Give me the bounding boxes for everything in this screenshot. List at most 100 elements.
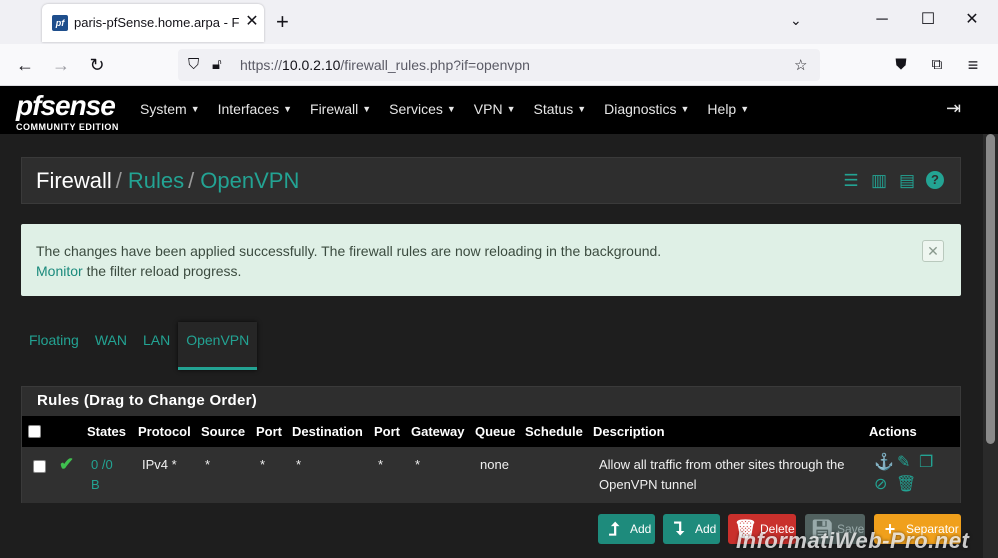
pocket-icon[interactable]: ⛊ xyxy=(888,52,914,78)
menu-status[interactable]: Status ▼ xyxy=(534,101,587,117)
url-host: 10.0.2.10 xyxy=(282,57,341,73)
logo-sub: COMMUNITY EDITION xyxy=(16,122,119,132)
breadcrumb: Firewall / Rules / OpenVPN ☰ ▥ ▤ ? xyxy=(21,157,961,204)
pfsense-logo[interactable]: pfsense COMMUNITY EDITION xyxy=(16,90,119,133)
sliders-icon[interactable]: ☰ xyxy=(842,171,860,191)
menu-system[interactable]: System ▼ xyxy=(140,101,200,117)
col-queue: Queue xyxy=(475,424,516,439)
alert-line2: the filter reload progress. xyxy=(82,263,242,279)
disable-ban-icon[interactable]: ⊘ xyxy=(874,476,887,494)
tab-title: paris-pfSense.home.arpa - Firewall xyxy=(74,15,239,30)
tab-openvpn[interactable]: OpenVPN xyxy=(178,322,258,370)
port-value: * xyxy=(378,457,384,472)
interface-tabs: Floating WAN LAN OpenVPN xyxy=(21,322,258,370)
add-top-button[interactable]: ⮥ Add xyxy=(598,514,655,544)
watermark: InformatiWeb-Pro.net xyxy=(736,528,970,553)
alert-message: The changes have been applied successful… xyxy=(36,241,661,281)
tab-floating[interactable]: Floating xyxy=(21,322,87,370)
minimize-icon[interactable]: ─ xyxy=(872,10,892,30)
col-port: Port xyxy=(256,424,282,439)
breadcrumb-openvpn[interactable]: OpenVPN xyxy=(200,168,299,193)
tab-wan[interactable]: WAN xyxy=(87,322,135,370)
destination-value: * xyxy=(296,457,302,472)
source-value: * xyxy=(205,457,211,472)
states-value[interactable]: 0 /0 B xyxy=(91,455,113,495)
pfsense-favicon-icon: pf xyxy=(52,15,68,31)
col-actions: Actions xyxy=(869,424,917,439)
rules-panel: Rules (Drag to Change Order) States Prot… xyxy=(21,386,961,503)
menu-services[interactable]: Services ▼ xyxy=(389,101,456,117)
menu-diagnostics[interactable]: Diagnostics ▼ xyxy=(604,101,689,117)
caret-down-icon: ▼ xyxy=(506,104,516,114)
copy-icon[interactable]: ❐ xyxy=(919,454,933,472)
col-schedule: Schedule xyxy=(525,424,583,439)
breadcrumb-separator: / xyxy=(115,168,122,193)
browser-tab-bar: pf paris-pfSense.home.arpa - Firewall ✕ … xyxy=(0,0,998,44)
url-text[interactable]: https://10.0.2.10/firewall_rules.php?if=… xyxy=(240,57,530,73)
queue-value: none xyxy=(480,457,509,472)
caret-down-icon: ▼ xyxy=(740,104,750,114)
caret-down-icon: ▼ xyxy=(446,104,456,114)
port-value: * xyxy=(260,457,266,472)
pfsense-header: pfsense COMMUNITY EDITION System ▼ Interf… xyxy=(0,86,998,134)
breadcrumb-rules[interactable]: Rules xyxy=(128,168,184,193)
rules-table: States Protocol Source Port Destination … xyxy=(22,416,960,503)
col-port: Port xyxy=(374,424,400,439)
caret-down-icon: ▼ xyxy=(190,104,200,114)
menu-vpn[interactable]: VPN ▼ xyxy=(474,101,516,117)
caret-down-icon: ▼ xyxy=(283,104,293,114)
col-protocol: Protocol xyxy=(138,424,191,439)
menu-hamburger-icon[interactable]: ≡ xyxy=(960,52,986,78)
window-close-icon[interactable]: ✕ xyxy=(962,10,982,30)
logo-main: pfsense xyxy=(16,90,116,121)
browser-tab[interactable]: pf paris-pfSense.home.arpa - Firewall ✕ xyxy=(42,4,264,42)
row-select-checkbox[interactable] xyxy=(33,460,46,473)
rules-heading: Rules (Drag to Change Order) xyxy=(37,392,258,409)
gateway-value: * xyxy=(415,457,421,472)
table-row[interactable]: ✔ 0 /0 B IPv4 * * * * * * none Allow all … xyxy=(22,447,960,503)
col-states: States xyxy=(87,424,127,439)
monitor-link[interactable]: Monitor xyxy=(36,263,83,279)
logout-icon[interactable]: ⇥ xyxy=(946,98,961,119)
menu-firewall[interactable]: Firewall ▼ xyxy=(310,101,371,117)
log-list-icon[interactable]: ▤ xyxy=(898,171,916,191)
col-source: Source xyxy=(201,424,246,439)
bookmark-star-icon[interactable]: ☆ xyxy=(794,56,807,74)
caret-down-icon: ▼ xyxy=(577,104,587,114)
main-menu: System ▼ Interfaces ▼ Firewall ▼ Services ▼ … xyxy=(140,101,767,117)
menu-interfaces[interactable]: Interfaces ▼ xyxy=(218,101,292,117)
reload-icon[interactable]: ↻ xyxy=(84,52,110,78)
breadcrumb-firewall: Firewall xyxy=(36,168,112,193)
anchor-icon[interactable]: ⚓ xyxy=(874,454,894,472)
tab-lan[interactable]: LAN xyxy=(135,322,178,370)
maximize-icon[interactable]: ☐ xyxy=(918,10,938,30)
new-tab-icon[interactable]: + xyxy=(276,10,289,34)
edit-pencil-icon[interactable]: ✎ xyxy=(897,454,910,472)
delete-trash-icon[interactable]: 🗑︎ xyxy=(896,476,916,494)
address-bar[interactable]: ⛉ 🔓︎ https://10.0.2.10/firewall_rules.ph… xyxy=(178,49,820,81)
list-all-tabs-icon[interactable]: ⌄ xyxy=(790,12,802,29)
page-title: Firewall / Rules / OpenVPN xyxy=(36,168,299,194)
scrollbar-thumb[interactable] xyxy=(986,134,995,444)
page-scrollbar[interactable] xyxy=(983,134,998,558)
menu-help[interactable]: Help ▼ xyxy=(707,101,749,117)
lock-insecure-icon[interactable]: 🔓︎ xyxy=(212,56,222,73)
alert-line1: The changes have been applied successful… xyxy=(36,243,662,259)
tab-close-icon[interactable]: ✕ xyxy=(242,12,262,32)
pass-check-icon: ✔ xyxy=(59,454,75,474)
alert-close-icon[interactable]: ✕ xyxy=(922,240,944,262)
select-all-checkbox[interactable] xyxy=(28,425,41,438)
bar-chart-icon[interactable]: ▥ xyxy=(870,171,888,191)
extensions-icon[interactable]: ⧉ xyxy=(924,52,950,78)
help-icon[interactable]: ? xyxy=(926,171,944,189)
caret-down-icon: ▼ xyxy=(680,104,690,114)
arrow-down-icon: ⮧ xyxy=(673,519,685,539)
back-icon[interactable]: ← xyxy=(12,52,38,78)
table-header: States Protocol Source Port Destination … xyxy=(22,416,960,447)
url-path: /firewall_rules.php?if=openvpn xyxy=(340,57,530,73)
forward-icon[interactable]: → xyxy=(48,52,74,78)
add-bottom-button[interactable]: ⮧ Add xyxy=(663,514,720,544)
col-destination: Destination xyxy=(292,424,363,439)
success-alert: The changes have been applied successful… xyxy=(21,224,961,296)
shield-icon[interactable]: ⛉ xyxy=(188,56,199,73)
